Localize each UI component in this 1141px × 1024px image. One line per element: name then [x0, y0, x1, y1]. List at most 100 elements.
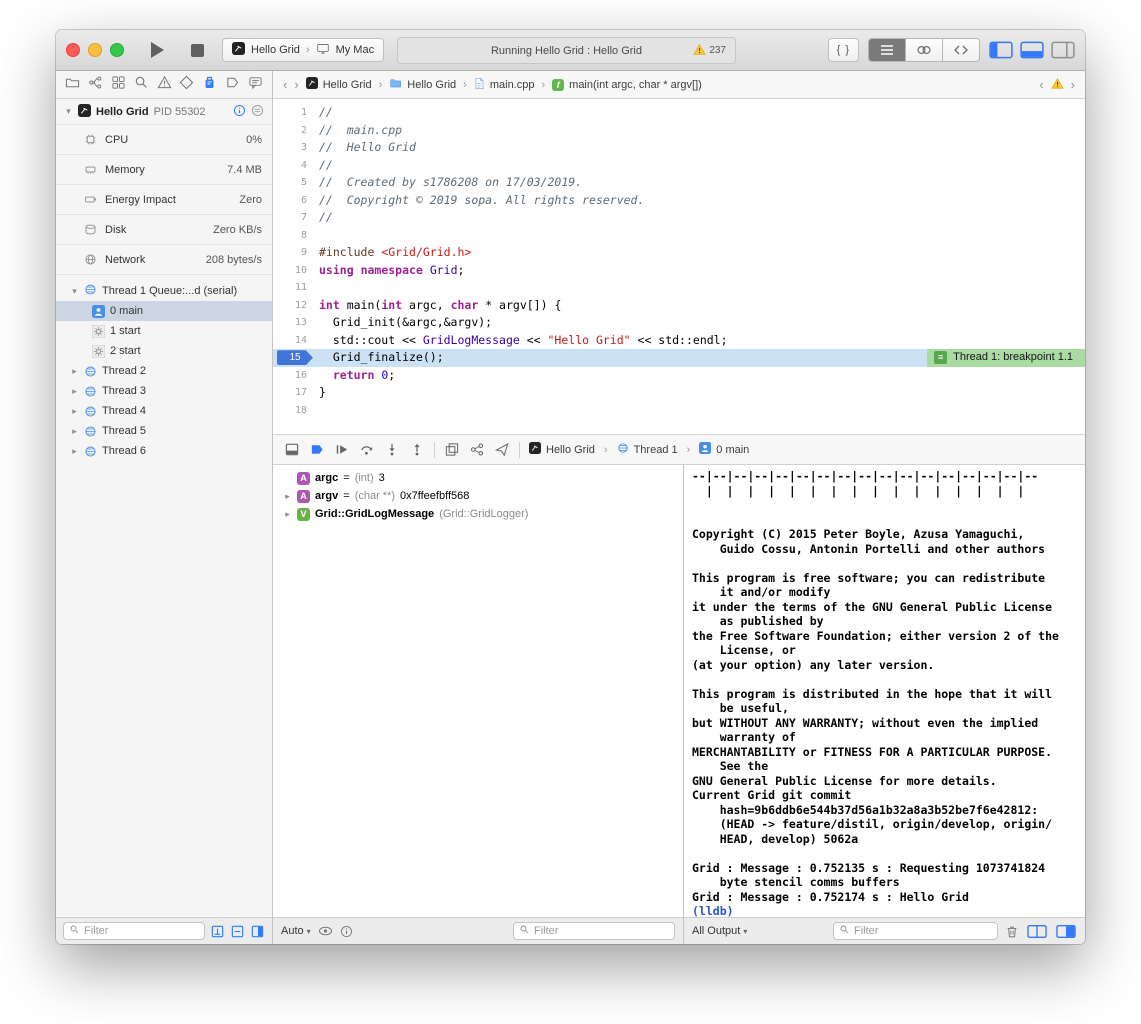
code-editor[interactable]: 1//2// main.cpp3// Hello Grid4//5// Crea… [273, 99, 1085, 434]
code-line[interactable]: 3// Hello Grid [273, 139, 1085, 157]
info-circle-icon[interactable] [233, 104, 246, 120]
warning-badge[interactable]: 237 [693, 44, 726, 58]
variables-filter-input[interactable] [534, 925, 669, 937]
forward-icon[interactable]: › [294, 77, 298, 92]
symbol-navigator-tab[interactable] [111, 75, 126, 95]
next-issue-icon[interactable]: › [1071, 77, 1075, 92]
variable-row[interactable]: Aargc=(int)3 [273, 469, 683, 487]
disclosure-closed-icon[interactable]: ▸ [283, 491, 292, 502]
variables-scope-selector[interactable]: Auto ▾ [281, 925, 311, 937]
stop-button[interactable] [182, 37, 212, 63]
code-snippets-button[interactable]: { } [828, 38, 859, 62]
version-editor-button[interactable] [942, 39, 979, 61]
trash-icon[interactable] [1005, 924, 1019, 939]
code-line[interactable]: 16 return 0; [273, 367, 1085, 385]
breakpoint-gutter[interactable]: 15 [273, 349, 319, 367]
variable-row[interactable]: ▸Aargv=(char **)0x7ffeefbff568 [273, 487, 683, 505]
gauge-row[interactable]: Network208 bytes/s [56, 245, 272, 275]
code-line[interactable]: 12int main(int argc, char * argv[]) { [273, 297, 1085, 315]
navigator-filter-field[interactable] [63, 922, 205, 940]
debug-view-hierarchy-button[interactable] [444, 442, 460, 457]
jumpbar-crumb-file[interactable]: main.cpp [474, 77, 535, 93]
code-line[interactable]: 2// main.cpp [273, 122, 1085, 140]
variable-row[interactable]: ▸VGrid::GridLogMessage(Grid::GridLogger) [273, 505, 683, 523]
step-out-button[interactable] [409, 442, 425, 457]
print-description-icon[interactable] [340, 925, 353, 938]
memory-graph-button[interactable] [469, 442, 485, 457]
breakpoint-indicator[interactable]: 15 [277, 350, 313, 365]
code-line[interactable]: 7// [273, 209, 1085, 227]
debugbar-crumb-frame[interactable]: 0 main [699, 442, 749, 457]
process-row[interactable]: ▾ Hello Grid PID 55302 [56, 99, 272, 124]
navigator-filter-input[interactable] [84, 925, 199, 937]
previous-issue-icon[interactable]: ‹ [1039, 77, 1043, 92]
navigator-panel-toggle[interactable] [989, 41, 1013, 59]
stack-frame-row[interactable]: 2 start [56, 341, 272, 361]
thread-row[interactable]: ▸Thread 5 [56, 421, 272, 441]
inspector-panel-toggle[interactable] [1051, 41, 1075, 59]
continue-button[interactable] [334, 442, 350, 457]
assistant-editor-button[interactable] [905, 39, 942, 61]
thread-row[interactable]: ▸Thread 6 [56, 441, 272, 461]
code-line[interactable]: 15 Grid_finalize();≡Thread 1: breakpoint… [273, 349, 1085, 367]
standard-editor-button[interactable] [869, 39, 905, 61]
disclosure-open-icon[interactable]: ▾ [70, 286, 79, 297]
jumpbar-crumb-symbol[interactable]: f main(int argc, char * argv[]) [552, 79, 702, 91]
variables-filter-field[interactable] [513, 922, 675, 940]
debugbar-crumb-thread[interactable]: Thread 1 [617, 442, 678, 457]
stack-frame-compress-toggle[interactable] [250, 924, 265, 939]
gauge-row[interactable]: Energy ImpactZero [56, 185, 272, 215]
debug-area-panel-toggle[interactable] [1020, 41, 1044, 59]
disclosure-closed-icon[interactable]: ▸ [70, 446, 79, 457]
view-options-icon[interactable] [251, 104, 264, 120]
project-navigator-tab[interactable] [65, 75, 80, 95]
hide-debug-area-button[interactable] [284, 442, 300, 457]
code-line[interactable]: 18 [273, 402, 1085, 420]
show-console-view-toggle[interactable] [1055, 923, 1077, 940]
console[interactable]: --|--|--|--|--|--|--|--|--|--|--|--|--|-… [684, 465, 1085, 917]
simulate-location-button[interactable] [494, 442, 510, 457]
code-line[interactable]: 13 Grid_init(&argc,&argv); [273, 314, 1085, 332]
code-line[interactable]: 9#include <Grid/Grid.h> [273, 244, 1085, 262]
disclosure-open-icon[interactable]: ▾ [64, 106, 73, 117]
disclosure-closed-icon[interactable]: ▸ [70, 386, 79, 397]
thread-row[interactable]: ▸Thread 4 [56, 401, 272, 421]
close-button[interactable] [66, 43, 80, 57]
minimize-button[interactable] [88, 43, 102, 57]
code-line[interactable]: 10using namespace Grid; [273, 262, 1085, 280]
gauge-row[interactable]: CPU0% [56, 125, 272, 155]
back-icon[interactable]: ‹ [283, 77, 287, 92]
console-filter-field[interactable] [833, 922, 998, 940]
thread-row[interactable]: ▸Thread 2 [56, 361, 272, 381]
thread-group-row[interactable]: ▾ Thread 1 Queue:...d (serial) [56, 281, 272, 301]
console-scope-selector[interactable]: All Output ▾ [692, 925, 747, 937]
code-line[interactable]: 4// [273, 157, 1085, 175]
test-navigator-tab[interactable] [179, 75, 194, 95]
console-filter-input[interactable] [854, 925, 992, 937]
gauge-row[interactable]: DiskZero KB/s [56, 215, 272, 245]
code-line[interactable]: 6// Copyright © 2019 sopa. All rights re… [273, 192, 1085, 210]
code-line[interactable]: 14 std::cout << GridLogMessage << "Hello… [273, 332, 1085, 350]
find-navigator-tab[interactable] [134, 75, 149, 95]
code-line[interactable]: 17} [273, 384, 1085, 402]
disclosure-closed-icon[interactable]: ▸ [283, 509, 292, 520]
stack-frame-row[interactable]: 0 main [56, 301, 272, 321]
code-line[interactable]: 11 [273, 279, 1085, 297]
debugbar-crumb-process[interactable]: Hello Grid [529, 442, 595, 457]
jumpbar-crumb-project[interactable]: Hello Grid [306, 77, 372, 92]
disclosure-closed-icon[interactable]: ▸ [70, 426, 79, 437]
code-line[interactable]: 1// [273, 104, 1085, 122]
issue-navigator-tab[interactable] [157, 75, 172, 95]
gauge-row[interactable]: Memory7.4 MB [56, 155, 272, 185]
disclosure-closed-icon[interactable]: ▸ [70, 406, 79, 417]
breakpoint-navigator-tab[interactable] [225, 75, 240, 95]
debug-navigator-tab[interactable] [202, 75, 217, 95]
step-over-button[interactable] [359, 442, 375, 457]
code-line[interactable]: 5// Created by s1786208 on 17/03/2019. [273, 174, 1085, 192]
breakpoint-annotation[interactable]: ≡Thread 1: breakpoint 1.1 [927, 349, 1085, 367]
run-button[interactable] [142, 37, 172, 63]
step-into-button[interactable] [384, 442, 400, 457]
show-running-blocks-toggle[interactable] [210, 924, 225, 939]
source-control-navigator-tab[interactable] [88, 75, 103, 95]
thread-row[interactable]: ▸Thread 3 [56, 381, 272, 401]
